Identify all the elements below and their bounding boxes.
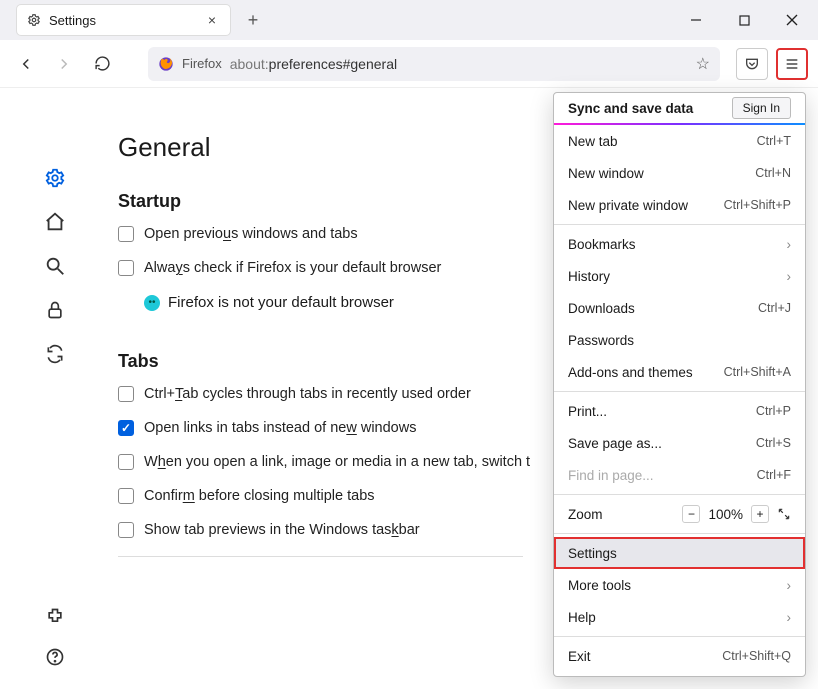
divider <box>554 636 805 637</box>
menu-settings[interactable]: Settings <box>554 537 805 569</box>
close-window-button[interactable] <box>770 0 814 40</box>
menu-exit[interactable]: ExitCtrl+Shift+Q <box>554 640 805 672</box>
zoom-value: 100% <box>708 507 743 522</box>
menu-new-tab[interactable]: New tabCtrl+T <box>554 125 805 157</box>
info-icon: •• <box>144 295 160 311</box>
fullscreen-icon[interactable] <box>777 507 791 521</box>
divider <box>554 494 805 495</box>
menu-save-page-as[interactable]: Save page as...Ctrl+S <box>554 427 805 459</box>
tab-title: Settings <box>49 13 96 28</box>
sidebar-general-icon[interactable] <box>43 166 67 190</box>
checkbox-icon[interactable] <box>118 260 134 276</box>
zoom-in-button[interactable]: + <box>751 505 769 523</box>
menu-sync-header: Sync and save data Sign In <box>554 93 805 123</box>
app-menu: Sync and save data Sign In New tabCtrl+T… <box>553 92 806 677</box>
url-text: about:preferences#general <box>230 56 688 72</box>
divider <box>554 391 805 392</box>
chevron-right-icon: › <box>787 578 792 593</box>
firefox-label: Firefox <box>182 56 222 71</box>
confirm-label: Confirm before closing multiple tabs <box>144 488 375 504</box>
close-tab-icon[interactable]: × <box>204 12 220 28</box>
menu-history[interactable]: History› <box>554 260 805 292</box>
settings-sidebar <box>0 88 110 689</box>
address-bar[interactable]: Firefox about:preferences#general ☆ <box>148 47 720 81</box>
window-controls <box>674 0 814 40</box>
menu-addons[interactable]: Add-ons and themesCtrl+Shift+A <box>554 356 805 388</box>
menu-zoom: Zoom − 100% + <box>554 498 805 530</box>
chevron-right-icon: › <box>787 237 792 252</box>
forward-button[interactable] <box>48 48 80 80</box>
ctrl-tab-label: Ctrl+Tab cycles through tabs in recently… <box>144 386 471 402</box>
new-tab-button[interactable]: + <box>239 6 267 34</box>
app-menu-button[interactable] <box>776 48 808 80</box>
minimize-button[interactable] <box>674 0 718 40</box>
browser-tab[interactable]: Settings × <box>16 4 231 36</box>
menu-more-tools[interactable]: More tools› <box>554 569 805 601</box>
divider <box>554 224 805 225</box>
open-previous-label: Open previous windows and tabs <box>144 226 358 242</box>
divider <box>554 533 805 534</box>
sidebar-help-icon[interactable] <box>43 645 67 669</box>
switch-label: When you open a link, image or media in … <box>144 454 530 470</box>
open-links-label: Open links in tabs instead of new window… <box>144 420 416 436</box>
sidebar-sync-icon[interactable] <box>43 342 67 366</box>
sidebar-privacy-icon[interactable] <box>43 298 67 322</box>
checkbox-icon[interactable] <box>118 488 134 504</box>
reload-button[interactable] <box>86 48 118 80</box>
maximize-button[interactable] <box>722 0 766 40</box>
chevron-right-icon: › <box>787 610 792 625</box>
checkbox-icon[interactable] <box>118 522 134 538</box>
sidebar-home-icon[interactable] <box>43 210 67 234</box>
sidebar-search-icon[interactable] <box>43 254 67 278</box>
checkbox-icon[interactable] <box>118 454 134 470</box>
menu-passwords[interactable]: Passwords <box>554 324 805 356</box>
menu-new-private-window[interactable]: New private windowCtrl+Shift+P <box>554 189 805 221</box>
checkbox-icon[interactable] <box>118 226 134 242</box>
chevron-right-icon: › <box>787 269 792 284</box>
back-button[interactable] <box>10 48 42 80</box>
checkbox-checked-icon[interactable] <box>118 420 134 436</box>
toolbar: Firefox about:preferences#general ☆ <box>0 40 818 88</box>
sign-in-button[interactable]: Sign In <box>732 97 791 119</box>
menu-new-window[interactable]: New windowCtrl+N <box>554 157 805 189</box>
checkbox-icon[interactable] <box>118 386 134 402</box>
pocket-button[interactable] <box>736 48 768 80</box>
bookmark-star-icon[interactable]: ☆ <box>696 54 710 74</box>
firefox-icon <box>158 56 174 72</box>
titlebar: Settings × + <box>0 0 818 40</box>
sidebar-extensions-icon[interactable] <box>43 605 67 629</box>
previews-label: Show tab previews in the Windows taskbar <box>144 522 420 538</box>
always-check-label: Always check if Firefox is your default … <box>144 260 441 276</box>
menu-bookmarks[interactable]: Bookmarks› <box>554 228 805 260</box>
menu-help[interactable]: Help› <box>554 601 805 633</box>
menu-find-in-page: Find in page...Ctrl+F <box>554 459 805 491</box>
gear-icon <box>27 13 41 27</box>
menu-downloads[interactable]: DownloadsCtrl+J <box>554 292 805 324</box>
menu-print[interactable]: Print...Ctrl+P <box>554 395 805 427</box>
zoom-out-button[interactable]: − <box>682 505 700 523</box>
divider <box>118 556 523 557</box>
